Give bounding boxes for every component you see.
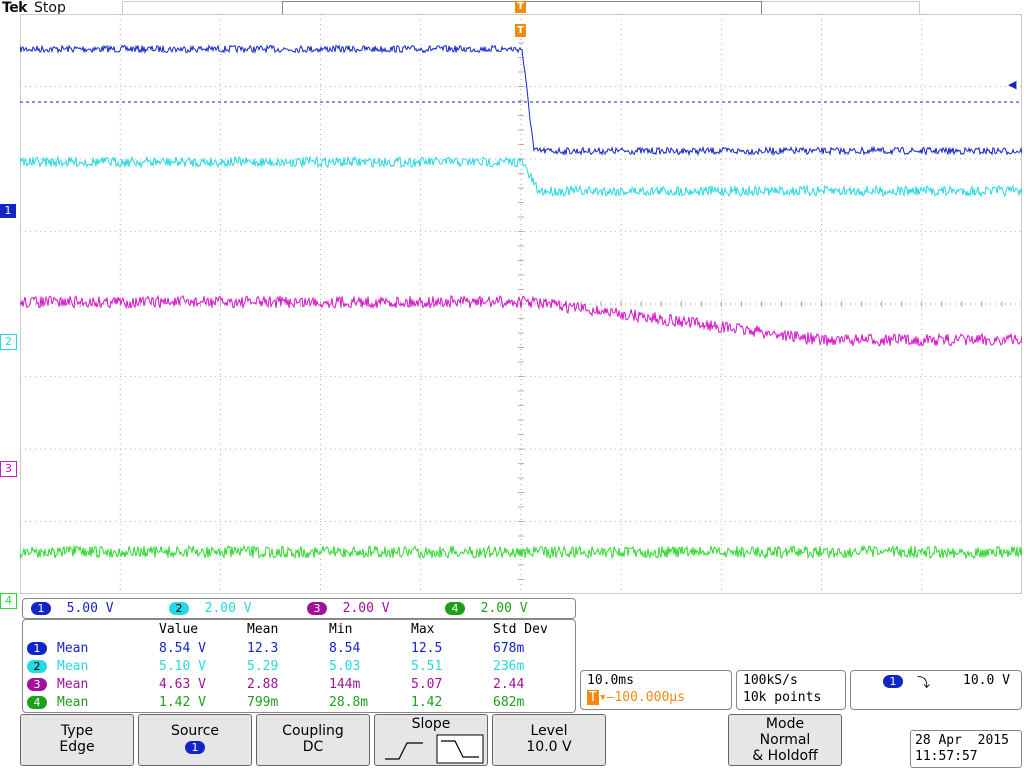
timebase-position: T ▾–100.000µs <box>587 690 685 705</box>
header-min: Min <box>329 622 353 637</box>
trigger-time-marker[interactable]: T <box>515 24 526 37</box>
header-mean: Mean <box>247 622 279 637</box>
rising-edge-icon <box>385 742 423 760</box>
source-chip: 1 <box>185 741 205 754</box>
timebase-scale: 10.0ms <box>587 673 634 688</box>
type-button[interactable]: Type Edge <box>20 714 134 766</box>
acquisition-readout[interactable]: 100kS/s 10k points <box>736 670 846 710</box>
timebase-readout[interactable]: 10.0ms T ▾–100.000µs <box>580 670 732 710</box>
ch4-ground-marker[interactable]: 4 <box>0 593 17 609</box>
trigger-level-arrow-icon: ◀ <box>1008 78 1017 91</box>
coupling-button[interactable]: Coupling DC <box>256 714 370 766</box>
measurement-table: Value Mean Min Max Std Dev 1 Mean 8.54 V… <box>22 619 576 713</box>
sample-rate: 100kS/s <box>743 673 798 688</box>
waveform-display <box>20 14 1022 594</box>
ch2-scale[interactable]: 2 2.00 V <box>169 601 252 616</box>
trigger-level: 10.0 V <box>963 673 1010 688</box>
date-text: 28 Apr 2015 <box>915 733 1009 748</box>
trigger-position-marker[interactable]: T <box>515 1 526 13</box>
ch3-scale[interactable]: 3 2.00 V <box>307 601 390 616</box>
slope-button[interactable]: Slope <box>374 714 488 766</box>
ch3-ground-marker[interactable]: 3 <box>0 461 17 477</box>
level-button[interactable]: Level 10.0 V <box>492 714 606 766</box>
header-max: Max <box>411 622 435 637</box>
trigger-source-chip: 1 <box>883 675 903 688</box>
header-value: Value <box>159 622 199 637</box>
measurement-row-ch2[interactable]: 2 Mean 5.10 V 5.29 5.03 5.51 236m <box>23 658 575 676</box>
measurement-row-ch3[interactable]: 3 Mean 4.63 V 2.88 144m 5.07 2.44 <box>23 676 575 694</box>
mode-button[interactable]: Mode Normal & Holdoff <box>728 714 842 766</box>
measurement-row-ch1[interactable]: 1 Mean 8.54 V 12.3 8.54 12.5 678m <box>23 640 575 658</box>
date-time-display: 28 Apr 2015 11:57:57 <box>910 730 1022 768</box>
time-text: 11:57:57 <box>915 749 978 764</box>
falling-edge-selected <box>436 734 484 764</box>
header-stddev: Std Dev <box>493 622 548 637</box>
ch1-scale[interactable]: 1 5.00 V <box>31 601 114 616</box>
trigger-readout[interactable]: 1 ⤵ 10.0 V <box>850 670 1022 710</box>
ch1-ground-marker[interactable]: 1 <box>0 204 16 218</box>
slope-options <box>385 734 484 764</box>
source-button[interactable]: Source 1 <box>138 714 252 766</box>
record-length: 10k points <box>743 690 822 705</box>
measurement-row-ch4[interactable]: 4 Mean 1.42 V 799m 28.8m 1.42 682m <box>23 694 575 712</box>
falling-edge-icon: ⤵ <box>917 676 931 691</box>
vertical-scale-bar: 1 5.00 V 2 2.00 V 3 2.00 V 4 2.00 V <box>22 598 576 619</box>
ch2-ground-marker[interactable]: 2 <box>0 334 17 350</box>
ch4-scale[interactable]: 4 2.00 V <box>445 601 528 616</box>
